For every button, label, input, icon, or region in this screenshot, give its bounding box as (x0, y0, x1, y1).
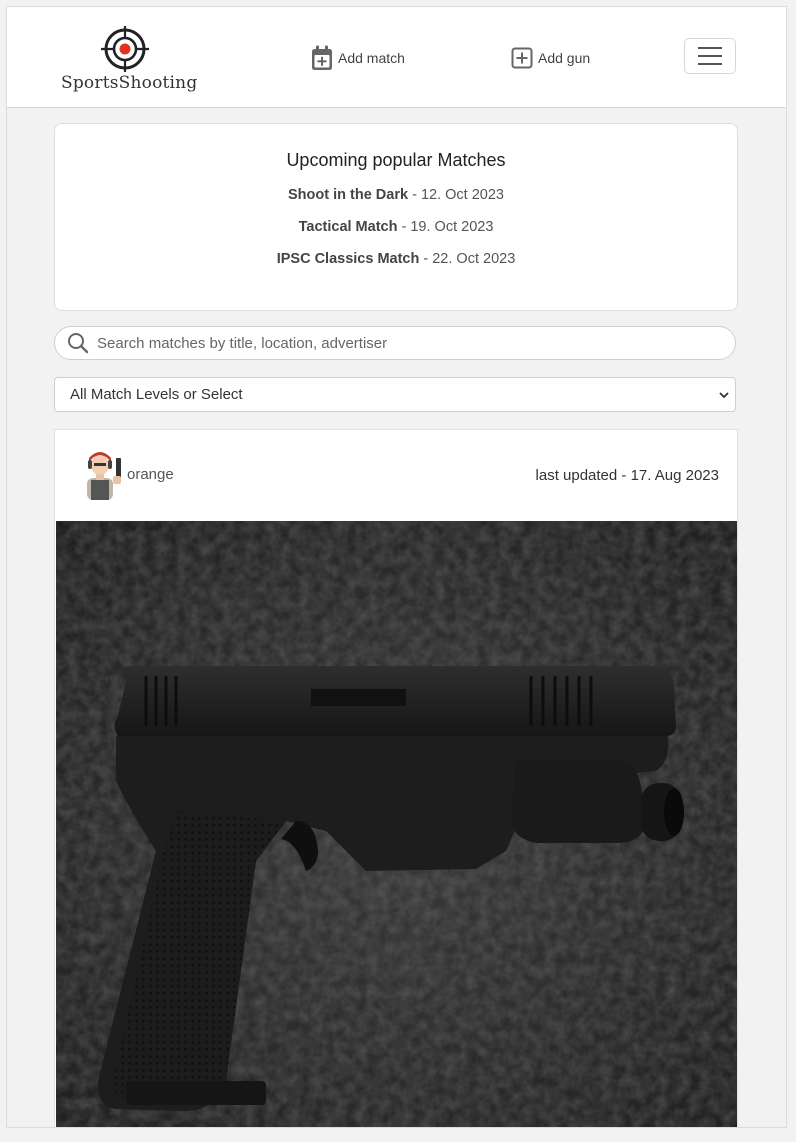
post-header: orange last updated - 17. Aug 2023 (55, 430, 737, 520)
search-bar (54, 326, 736, 360)
brand-name: SportsShooting (61, 73, 198, 93)
post-username[interactable]: orange (127, 466, 174, 483)
upcoming-match-item[interactable]: IPSC Classics Match - 22. Oct 2023 (55, 251, 737, 267)
match-date: - 22. Oct 2023 (419, 251, 516, 267)
upcoming-match-item[interactable]: Tactical Match - 19. Oct 2023 (55, 219, 737, 235)
gun-photo[interactable] (56, 521, 737, 1128)
match-level-select[interactable]: All Match Levels or Select (54, 377, 736, 412)
add-gun-link[interactable]: Add gun (511, 45, 590, 71)
add-gun-label: Add gun (538, 50, 591, 66)
calendar-plus-icon (312, 45, 332, 70)
match-date: - 19. Oct 2023 (397, 219, 494, 235)
upcoming-matches-card: Upcoming popular Matches Shoot in the Da… (54, 123, 738, 311)
hamburger-icon (698, 47, 722, 65)
page-frame: SportsShooting Add match Add gun Upcomin… (6, 6, 787, 1128)
search-input[interactable] (95, 333, 699, 353)
search-icon (68, 333, 89, 354)
match-name: Shoot in the Dark (288, 187, 409, 203)
crosshair-icon (101, 26, 149, 72)
chevron-down-icon (719, 391, 729, 398)
avatar[interactable] (77, 448, 127, 500)
brand-logo[interactable]: SportsShooting (61, 25, 198, 97)
match-level-selected: All Match Levels or Select (70, 386, 243, 403)
match-date: - 12. Oct 2023 (408, 187, 504, 203)
add-match-link[interactable]: Add match (311, 45, 405, 71)
post-updated: last updated - 17. Aug 2023 (535, 467, 719, 484)
plus-square-icon (511, 47, 533, 69)
add-match-label: Add match (338, 50, 405, 66)
gun-post-card[interactable]: orange last updated - 17. Aug 2023 (54, 429, 738, 1128)
match-name: Tactical Match (298, 219, 398, 235)
menu-toggle-button[interactable] (684, 38, 736, 74)
upcoming-match-item[interactable]: Shoot in the Dark - 12. Oct 2023 (55, 187, 737, 203)
navbar: SportsShooting Add match Add gun (7, 7, 786, 108)
match-name: IPSC Classics Match (276, 251, 420, 267)
upcoming-title: Upcoming popular Matches (286, 150, 506, 170)
